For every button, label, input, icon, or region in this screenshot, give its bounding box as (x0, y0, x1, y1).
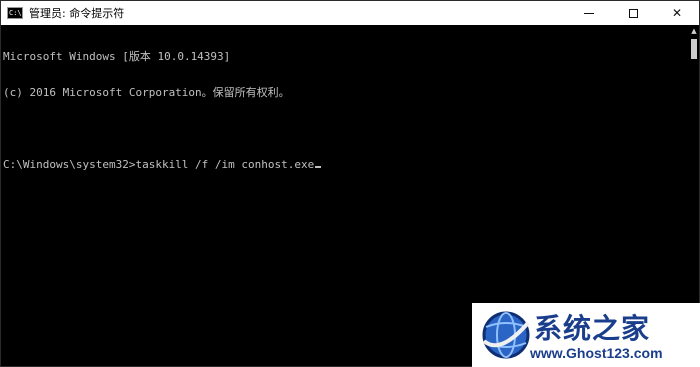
window-title: 管理员: 命令提示符 (29, 7, 125, 20)
close-icon: ✕ (671, 6, 683, 20)
watermark-url: www.Ghost123.com (530, 345, 663, 361)
close-button[interactable]: ✕ (655, 1, 699, 25)
command-text: C:\Windows\system32>taskkill /f /im conh… (3, 158, 315, 171)
console-line: Microsoft Windows [版本 10.0.14393] (3, 50, 231, 63)
title-bar[interactable]: C:\ 管理员: 命令提示符 ✕ (1, 1, 699, 25)
cmd-icon[interactable]: C:\ (7, 7, 23, 19)
maximize-icon (628, 8, 638, 18)
console-prompt-line[interactable]: C:\Windows\system32>taskkill /f /im conh… (3, 159, 689, 171)
minimize-icon (584, 12, 594, 14)
globe-logo-icon (482, 311, 530, 359)
watermark-brand-name: 系统之家 (534, 312, 651, 345)
window-controls: ✕ (567, 1, 699, 25)
console-line: (c) 2016 Microsoft Corporation。保留所有权利。 (3, 86, 290, 99)
scroll-thumb[interactable] (691, 39, 697, 59)
scroll-up-arrow-icon[interactable]: ▲ (689, 25, 699, 37)
text-cursor (315, 166, 322, 168)
maximize-button[interactable] (611, 1, 655, 25)
minimize-button[interactable] (567, 1, 611, 25)
watermark: 系统之家 www.Ghost123.com (472, 303, 700, 367)
